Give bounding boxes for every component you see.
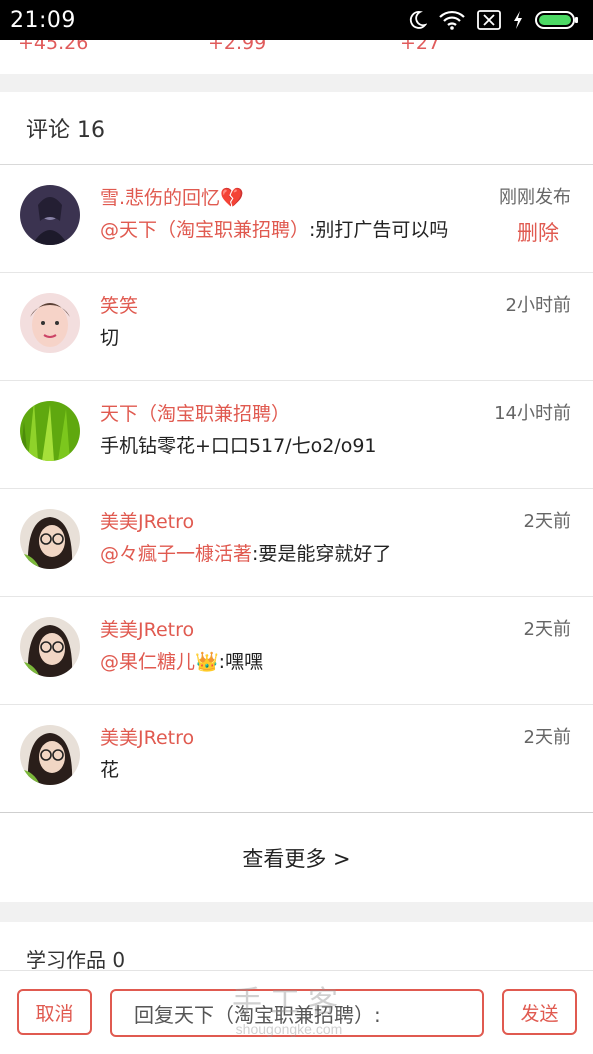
comment-text: @天下（淘宝职兼招聘）:别打广告可以吗 [100,215,448,242]
comment-body: 手机钻零花+口口517/七o2/o91 [100,435,377,457]
moon-icon [407,10,427,30]
send-button[interactable]: 发送 [502,989,577,1035]
comment-author[interactable]: 美美JRetro [100,615,194,642]
comment-item[interactable]: 美美JRetro @果仁糖儿👑:嘿嘿 2天前 [0,597,593,705]
reply-input[interactable]: 回复天下（淘宝职兼招聘）: [110,989,484,1037]
delete-button[interactable]: 删除 [517,217,559,247]
no-sim-icon [477,10,501,30]
comment-author[interactable]: 笑笑 [100,291,138,318]
divider [0,812,593,813]
wifi-icon [439,10,465,30]
section-gap [0,902,593,922]
comment-item[interactable]: 美美JRetro @々瘋子一槺活著:要是能穿就好了 2天前 [0,489,593,597]
avatar[interactable] [20,509,80,569]
comment-item[interactable]: 美美JRetro 花 2天前 [0,705,593,813]
charging-bolt-icon [513,11,523,29]
reply-bar: 取消 回复天下（淘宝职兼招聘）: 发送 [0,970,593,1054]
comment-time: 2天前 [523,511,571,532]
comment-mention[interactable]: @天下（淘宝职兼招聘） [100,219,309,241]
avatar[interactable] [20,293,80,353]
avatar[interactable] [20,725,80,785]
price-strip: +45.26 +2.99 +27 [0,40,593,74]
avatar[interactable] [20,401,80,461]
battery-icon [535,10,579,30]
comment-time: 2小时前 [505,295,571,316]
comment-body: :要是能穿就好了 [252,543,392,565]
comment-time: 刚刚发布 [499,187,571,208]
comment-text: @々瘋子一槺活著:要是能穿就好了 [100,539,391,566]
avatar[interactable] [20,617,80,677]
comment-body: 切 [100,327,120,349]
comments-title: 评论 16 [26,118,105,143]
comment-time: 14小时前 [494,403,571,424]
status-icons [407,10,579,30]
comment-item[interactable]: 雪.悲伤的回忆💔 @天下（淘宝职兼招聘）:别打广告可以吗 刚刚发布 删除 [0,165,593,273]
comment-item[interactable]: 笑笑 切 2小时前 [0,273,593,381]
price-value: +27 [400,40,441,54]
works-title: 学习作品 0 [26,948,126,972]
comment-item[interactable]: 天下（淘宝职兼招聘） 手机钻零花+口口517/七o2/o91 14小时前 [0,381,593,489]
comment-time: 2天前 [523,727,571,748]
comment-body: :别打广告可以吗 [309,219,449,241]
comment-text: 手机钻零花+口口517/七o2/o91 [100,431,377,458]
status-time: 21:09 [10,7,76,33]
comment-author[interactable]: 美美JRetro [100,723,194,750]
comment-text: @果仁糖儿👑:嘿嘿 [100,647,263,674]
comment-mention[interactable]: @々瘋子一槺活著 [100,543,252,565]
comment-author[interactable]: 雪.悲伤的回忆💔 [100,183,244,210]
avatar[interactable] [20,185,80,245]
cancel-button[interactable]: 取消 [17,989,92,1035]
comment-author[interactable]: 天下（淘宝职兼招聘） [100,399,290,426]
section-gap [0,74,593,92]
comment-text: 花 [100,755,119,782]
comment-body: 花 [100,759,120,781]
comment-body: :嘿嘿 [218,651,264,673]
comment-time: 2天前 [523,619,571,640]
price-value: +2.99 [208,40,267,54]
status-bar: 21:09 [0,0,593,40]
view-more-button[interactable]: 查看更多 > [0,814,593,902]
comment-mention[interactable]: @果仁糖儿👑 [100,651,219,673]
price-value: +45.26 [18,40,89,54]
comment-author[interactable]: 美美JRetro [100,507,194,534]
comment-text: 切 [100,323,119,350]
